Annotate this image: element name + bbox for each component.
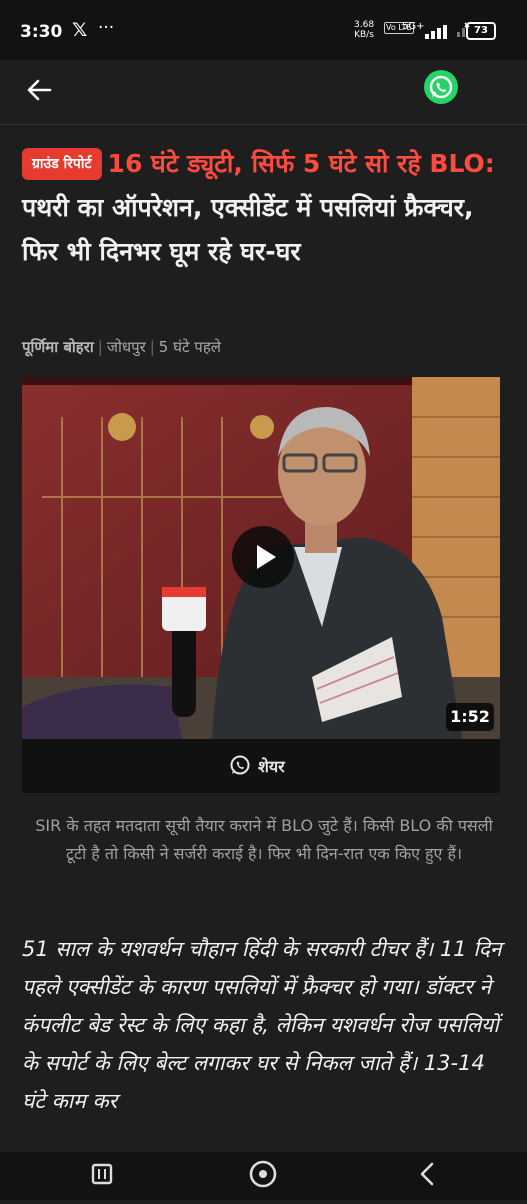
- location: जोधपुर: [106, 338, 146, 356]
- whatsapp-share-button[interactable]: [424, 70, 458, 104]
- byline: पूर्णिमा बोहरा | जोधपुर | 5 घंटे पहले: [22, 338, 221, 356]
- system-navigation-bar: [0, 1152, 527, 1200]
- video-caption: SIR के तहत मतदाता सूची तैयार कराने में B…: [35, 816, 493, 863]
- whatsapp-icon: [429, 75, 453, 99]
- network-type: 5G+: [402, 21, 425, 32]
- back-arrow-icon[interactable]: [26, 78, 52, 102]
- share-label: शेयर: [258, 757, 285, 776]
- headline-text: पथरी का ऑपरेशन, एक्सीडेंट में पसलियां फ्…: [22, 193, 474, 266]
- status-bar: 3:30 𝕏 ··· 3.68 KB/s Vo LTE 5G+ 73: [0, 0, 527, 60]
- video-share-bar: शेयर: [22, 739, 500, 793]
- headline-highlight: 16 घंटे ड्यूटी, सिर्फ 5 घंटे सो रहे BLO:: [107, 149, 495, 178]
- article-body: 51 साल के यशवर्धन चौहान हिंदी के सरकारी …: [22, 937, 502, 1113]
- battery-icon: 73: [466, 22, 496, 40]
- recents-button[interactable]: [91, 1163, 113, 1185]
- network-speed-value: 3.68: [354, 20, 375, 30]
- author-name[interactable]: पूर्णिमा बोहरा: [22, 338, 94, 356]
- signal-bars-icon: [425, 23, 455, 39]
- ground-report-badge[interactable]: ग्राउंड रिपोर्ट: [22, 148, 102, 180]
- play-icon: [257, 545, 276, 569]
- status-time: 3:30: [20, 22, 63, 42]
- back-nav-button[interactable]: [420, 1162, 434, 1186]
- network-speed: 3.68 KB/s: [354, 20, 374, 40]
- video-duration: 1:52: [446, 703, 494, 731]
- home-button[interactable]: [249, 1160, 277, 1188]
- content-fade: [0, 1120, 527, 1152]
- whatsapp-icon: [230, 755, 250, 775]
- app-bar: [0, 60, 527, 122]
- play-button[interactable]: [232, 526, 294, 588]
- x-app-icon: 𝕏: [72, 19, 88, 41]
- more-notifications-icon: ···: [98, 18, 115, 38]
- publish-time: 5 घंटे पहले: [158, 338, 221, 356]
- network-speed-unit: KB/s: [354, 30, 374, 40]
- article-headline: ग्राउंड रिपोर्ट 16 घंटे ड्यूटी, सिर्फ 5 घ…: [22, 142, 502, 274]
- app-bar-divider: [0, 124, 527, 125]
